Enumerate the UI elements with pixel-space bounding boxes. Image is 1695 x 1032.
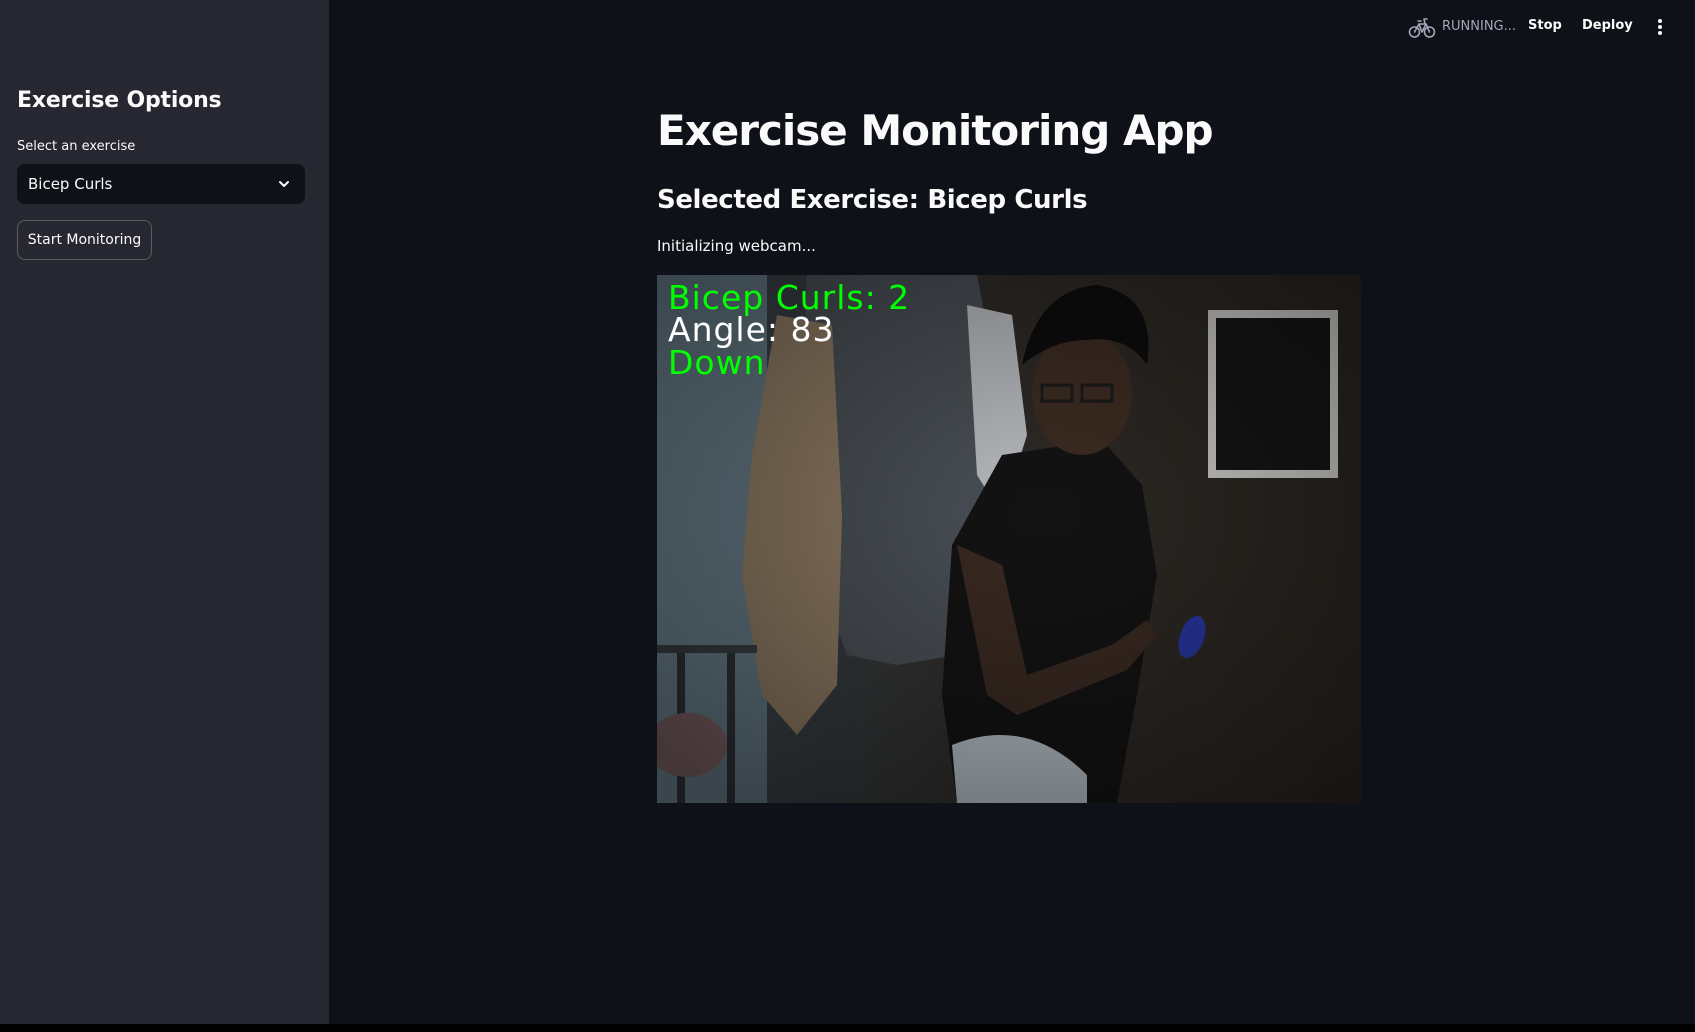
- bottom-edge: [0, 1024, 1695, 1032]
- selected-exercise-subheader: Selected Exercise: Bicep Curls: [657, 185, 1088, 215]
- sidebar: Exercise Options Select an exercise Bice…: [0, 0, 329, 1024]
- start-monitoring-button[interactable]: Start Monitoring: [17, 220, 152, 260]
- exercise-select[interactable]: Bicep Curls: [17, 164, 305, 204]
- webcam-status-text: Initializing webcam...: [657, 237, 816, 255]
- deploy-button[interactable]: Deploy: [1582, 18, 1633, 33]
- exercise-select-label: Select an exercise: [17, 139, 136, 154]
- header-toolbar: RUNNING... Stop Deploy: [1195, 0, 1695, 56]
- exercise-select-value: Bicep Curls: [28, 175, 113, 193]
- stage-overlay: Down: [668, 343, 766, 382]
- chevron-down-icon: [279, 181, 289, 187]
- sidebar-title: Exercise Options: [17, 88, 222, 113]
- running-status: RUNNING...: [1442, 19, 1517, 34]
- page-title: Exercise Monitoring App: [657, 106, 1214, 155]
- stop-button[interactable]: Stop: [1528, 18, 1562, 33]
- vertical-ellipsis-icon[interactable]: [1650, 16, 1670, 38]
- app: Exercise Options Select an exercise Bice…: [0, 0, 1695, 1024]
- bicycle-icon: [1408, 18, 1436, 38]
- webcam-feed: Bicep Curls: 2 Angle: 83 Down: [657, 275, 1361, 803]
